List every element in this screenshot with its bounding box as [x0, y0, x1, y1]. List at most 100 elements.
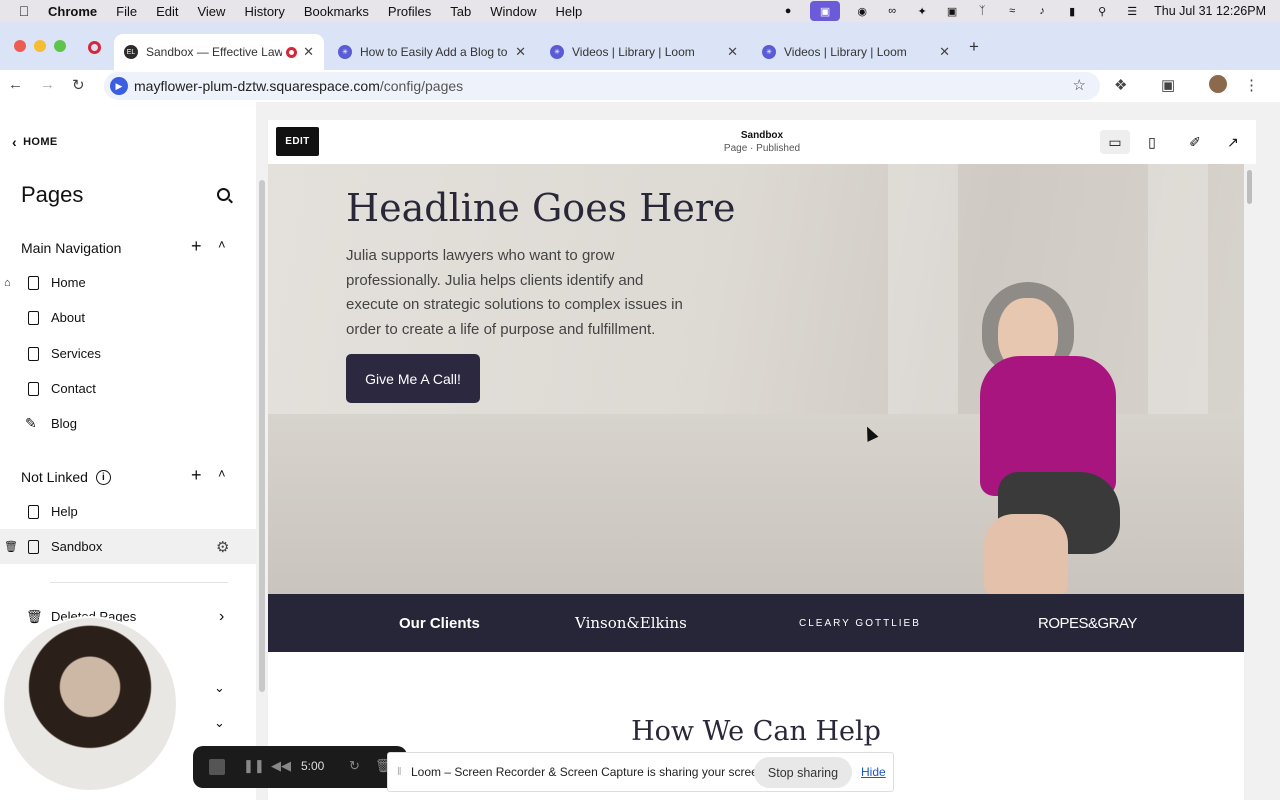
extensions-icon[interactable]: ❖: [1114, 76, 1127, 94]
recording-indicator-icon: [286, 46, 298, 58]
stop-sharing-button[interactable]: Stop sharing: [754, 757, 852, 788]
page-icon: [28, 381, 39, 396]
close-tab-icon[interactable]: ✕: [727, 44, 738, 60]
tab-loom-library-2[interactable]: ✳ Videos | Library | Loom ✕: [752, 34, 960, 70]
address-bar[interactable]: ▶ mayflower-plum-dztw.squarespace.com/co…: [104, 72, 1100, 100]
desktop-view-icon[interactable]: ▭: [1100, 130, 1130, 154]
client-logo-vinson-elkins: Vinson&Elkins: [575, 614, 687, 632]
bookmark-star-icon[interactable]: ☆: [1073, 76, 1086, 94]
tab-search-icon[interactable]: ▣: [1161, 76, 1175, 94]
display-icon[interactable]: ▣: [944, 5, 960, 18]
info-icon[interactable]: i: [95, 469, 111, 485]
minimize-window-button[interactable]: [34, 40, 46, 52]
hero-section[interactable]: Headline Goes Here Julia supports lawyer…: [268, 164, 1244, 594]
forward-arrow-icon[interactable]: →: [40, 76, 55, 93]
not-linked-label: Not Linked: [21, 469, 88, 485]
wifi-icon[interactable]: ≈: [1004, 5, 1020, 17]
hero-headline[interactable]: Headline Goes Here: [346, 186, 736, 230]
chevron-down-icon[interactable]: ⌄: [214, 715, 225, 731]
site-styles-icon[interactable]: ✐: [1180, 130, 1210, 154]
add-page-icon[interactable]: +: [191, 236, 202, 257]
reload-icon[interactable]: ↻: [72, 76, 85, 94]
menu-file[interactable]: File: [116, 4, 137, 19]
home-back-link[interactable]: ‹ HOME: [12, 134, 58, 150]
collapse-chevron-icon[interactable]: ˄: [218, 466, 226, 481]
add-page-icon[interactable]: +: [191, 465, 202, 486]
menu-window[interactable]: Window: [490, 4, 536, 19]
close-tab-icon[interactable]: ✕: [515, 44, 526, 60]
preview-scrollbar[interactable]: [1247, 170, 1252, 204]
tab-sandbox[interactable]: EL Sandbox — Effective Lawy ✕: [114, 34, 324, 70]
menubar-clock[interactable]: Thu Jul 31 12:26PM: [1154, 4, 1266, 18]
screen-sharing-bar: ‖ Loom – Screen Recorder & Screen Captur…: [387, 752, 894, 792]
bluetooth-icon[interactable]: ᛉ: [974, 5, 990, 17]
section-heading: How We Can Help: [631, 716, 881, 747]
back-arrow-icon[interactable]: ←: [8, 76, 23, 93]
menu-bookmarks[interactable]: Bookmarks: [304, 4, 369, 19]
sidebar-item-label: Blog: [51, 416, 78, 431]
maximize-window-button[interactable]: [54, 40, 66, 52]
menu-history[interactable]: History: [244, 4, 284, 19]
close-tab-icon[interactable]: ✕: [939, 44, 950, 60]
zoom-icon[interactable]: ◉: [854, 5, 870, 18]
site-favicon-icon: EL: [124, 45, 138, 59]
sidebar-item-blog[interactable]: ✎ Blog: [0, 406, 256, 441]
client-logo-ropes-gray: ROPES&GRAY: [1038, 614, 1137, 632]
battery-icon[interactable]: ▮: [1064, 5, 1080, 18]
sidebar-scrollbar[interactable]: [259, 180, 265, 692]
sidebar-item-services[interactable]: Services: [0, 336, 256, 371]
menu-app[interactable]: Chrome: [48, 4, 97, 19]
chevron-down-icon[interactable]: ⌄: [214, 680, 225, 696]
new-tab-icon[interactable]: +: [969, 37, 979, 57]
site-info-icon[interactable]: ▶: [110, 77, 128, 95]
sidebar-item-contact[interactable]: Contact: [0, 371, 256, 406]
menu-view[interactable]: View: [197, 4, 225, 19]
trash-icon[interactable]: 🗑: [4, 540, 18, 553]
hide-link[interactable]: Hide: [861, 765, 886, 779]
sidebar-item-help[interactable]: Help: [0, 494, 256, 529]
window-controls: [14, 40, 66, 52]
collapse-chevron-icon[interactable]: ˄: [218, 237, 226, 252]
loom-recording-icon[interactable]: ▣: [810, 1, 841, 21]
microphone-icon[interactable]: ●: [780, 5, 796, 17]
close-window-button[interactable]: [14, 40, 26, 52]
gear-icon[interactable]: ⚙: [216, 538, 229, 556]
home-back-label: HOME: [23, 136, 58, 148]
clients-strip[interactable]: Our Clients Vinson&Elkins CLEARY GOTTLIE…: [268, 594, 1244, 652]
menu-profiles[interactable]: Profiles: [388, 4, 431, 19]
close-tab-icon[interactable]: ✕: [303, 44, 314, 60]
open-external-icon[interactable]: ↗: [1218, 130, 1248, 154]
hero-body[interactable]: Julia supports lawyers who want to grow …: [346, 244, 686, 342]
restart-icon[interactable]: ↻: [349, 758, 360, 774]
volume-icon[interactable]: ♪: [1034, 5, 1050, 17]
sidebar-item-about[interactable]: About: [0, 300, 256, 335]
sidebar-item-label: Home: [51, 275, 86, 290]
pause-icon[interactable]: ❚❚: [243, 758, 265, 774]
page-icon: [28, 346, 39, 361]
recording-tab-icon[interactable]: [88, 41, 101, 54]
extension-icon[interactable]: ✦: [914, 5, 930, 18]
stop-recording-icon[interactable]: [209, 759, 225, 775]
menu-help[interactable]: Help: [556, 4, 583, 19]
rewind-icon[interactable]: ◀◀: [271, 758, 291, 774]
profile-avatar[interactable]: [1209, 75, 1227, 93]
tab-loom-library[interactable]: ✳ Videos | Library | Loom ✕: [540, 34, 748, 70]
spotlight-icon[interactable]: ⚲: [1094, 5, 1110, 18]
control-center-icon[interactable]: ☰: [1124, 5, 1140, 18]
mobile-view-icon[interactable]: ▯: [1137, 130, 1167, 154]
tab-blog-guide[interactable]: ✳ How to Easily Add a Blog to Y ✕: [328, 34, 536, 70]
chevron-right-icon: ›: [219, 607, 225, 625]
call-button[interactable]: Give Me A Call!: [346, 354, 480, 403]
menu-tab[interactable]: Tab: [450, 4, 471, 19]
apple-icon[interactable]: : [0, 3, 48, 19]
menu-edit[interactable]: Edit: [156, 4, 178, 19]
search-icon[interactable]: [217, 188, 230, 201]
loom-camera-bubble[interactable]: [2, 616, 178, 792]
browser-menu-icon[interactable]: ⋮: [1244, 76, 1259, 94]
creative-cloud-icon[interactable]: ∞: [884, 5, 900, 17]
drag-handle-icon[interactable]: ‖: [397, 766, 402, 778]
loom-favicon-icon: ✳: [762, 45, 776, 59]
not-linked-heading: Not Linked i: [21, 469, 111, 485]
sidebar-item-sandbox[interactable]: 🗑 Sandbox ⚙: [0, 529, 256, 564]
sidebar-item-home[interactable]: ⌂ Home: [0, 265, 256, 300]
